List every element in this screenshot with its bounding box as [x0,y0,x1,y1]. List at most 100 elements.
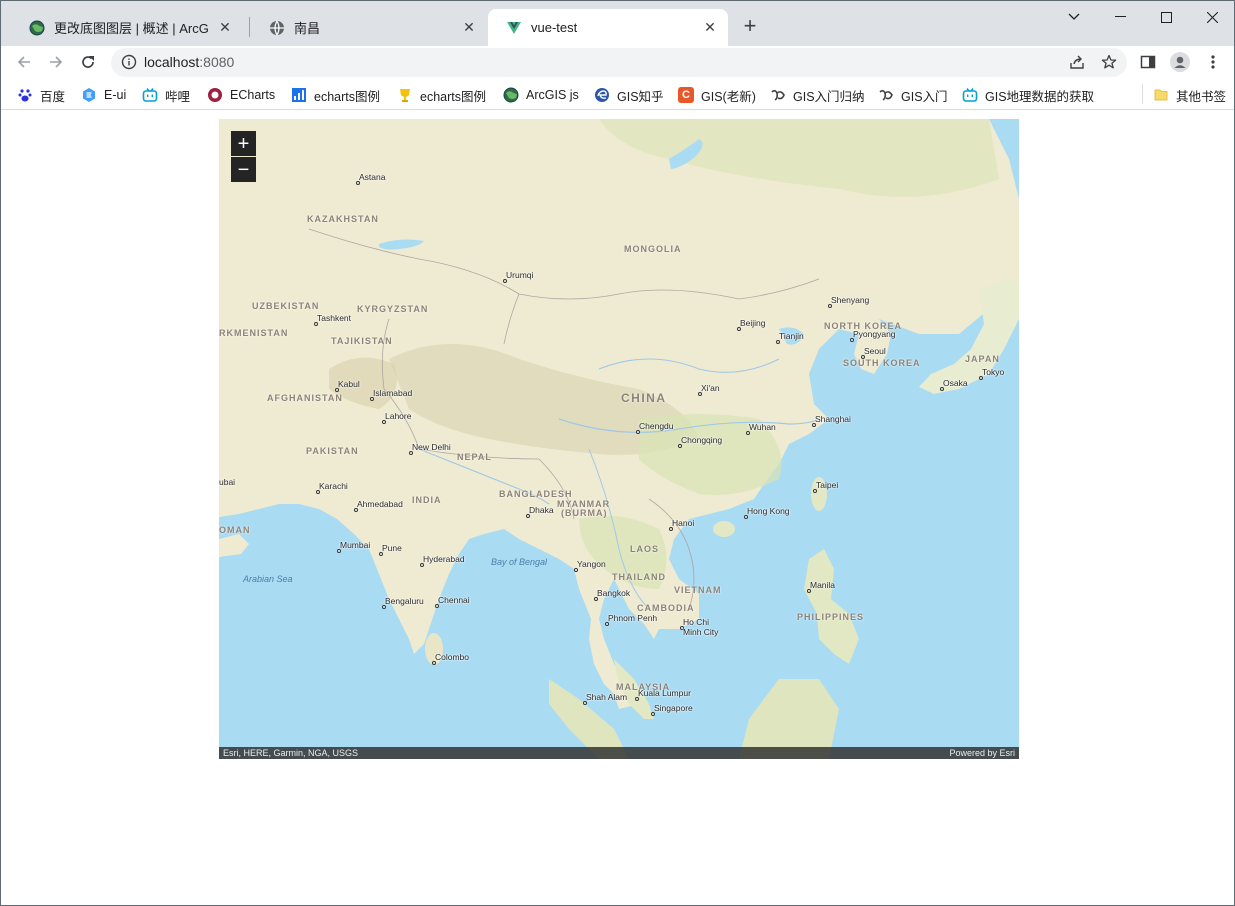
bookmark-gis-intro-summary[interactable]: GIS入门归纳 [770,85,865,105]
city-dot [583,701,587,705]
side-panel-button[interactable] [1138,52,1158,72]
close-window-button[interactable] [1189,5,1235,29]
city-label: Wuhan [749,422,776,432]
tab-vue-test[interactable]: vue-test ✕ [488,9,728,46]
trophy-icon [397,87,413,103]
maximize-button[interactable] [1143,5,1189,29]
vue-logo-icon [506,20,522,36]
land-oman [219,534,249,557]
country-label: TAJIKISTAN [331,336,393,346]
city-dot [678,444,682,448]
bookmark-echarts[interactable]: ECharts [207,85,275,105]
city-dot [979,376,983,380]
country-label: RKMENISTAN [219,328,289,338]
back-button[interactable] [12,50,36,74]
city-label: Seoul [864,346,886,356]
city-dot [379,552,383,556]
city-label: New Delhi [412,442,451,452]
tab-arcgis[interactable]: 更改底图图层 | 概述 | ArcGIS AP ✕ [11,9,243,46]
bookmark-echarts-legend-2[interactable]: echarts图例 [397,85,486,105]
zoom-in-button[interactable]: + [231,131,256,156]
bookmark-gis-zhihu[interactable]: GIS知乎 [594,85,664,105]
url-text[interactable]: localhost:8080 [144,54,234,70]
menu-button[interactable] [1203,52,1223,72]
bookmark-other-folder[interactable]: 其他书签 [1153,85,1226,105]
more-vert-icon [1211,55,1215,69]
map-view[interactable]: KAZAKHSTAN MONGOLIA UZBEKISTAN KYRGYZSTAN RK… [219,119,1019,759]
bookmark-label: E-ui [104,88,127,102]
city-label: Yangon [577,559,606,569]
minimize-icon [1114,16,1126,17]
country-label: CHINA [621,391,667,405]
new-tab-button[interactable]: + [739,15,761,38]
country-label: THAILAND [612,572,666,582]
city-label: Kuala Lumpur [638,688,691,698]
city-label: Hyderabad [423,554,465,564]
city-dot [420,563,424,567]
tab-title: vue-test [531,20,578,35]
attribution-sources[interactable]: Esri, HERE, Garmin, NGA, USGS [223,748,358,758]
minimize-button[interactable] [1097,5,1143,29]
bookmark-baidu[interactable]: 百度 [17,85,65,105]
city-label: Karachi [319,481,348,491]
water-label: Bay of Bengal [491,557,548,567]
bookmark-label: ArcGIS js [526,88,579,102]
bookmark-echarts-legend[interactable]: echarts图例 [291,85,380,105]
city-dot [737,327,741,331]
folder-icon [1153,87,1169,103]
city-dot [337,549,341,553]
tab-nanchang[interactable]: 南昌 ✕ [251,9,487,46]
city-dot [861,355,865,359]
city-dot [370,397,374,401]
close-icon[interactable]: ✕ [217,19,233,36]
tab-title: 更改底图图层 | 概述 | ArcGIS AP [54,21,209,36]
city-label: Shah Alam [586,692,628,702]
city-dot [409,451,413,455]
bookmark-e-ui[interactable]: E-ui [81,85,126,105]
bookmark-gis-intro[interactable]: GIS入门 [878,85,948,105]
close-icon [1206,11,1218,23]
bookmark-label: 其他书签 [1176,89,1227,104]
city-dot [354,508,358,512]
bilibili-icon [142,87,158,103]
avatar-icon [1170,52,1190,72]
address-bar[interactable]: localhost:8080 [111,48,1127,77]
city-label: Minh City [683,627,719,637]
bookmark-label: 百度 [40,89,66,104]
close-icon[interactable]: ✕ [702,19,718,36]
zoom-out-button[interactable]: − [231,157,256,182]
country-label: INDIA [412,495,442,505]
water-label: Arabian Sea [243,574,293,584]
bookmark-bilibili[interactable]: 哔哩 [142,85,190,105]
reload-button[interactable] [76,50,100,74]
page-content: KAZAKHSTAN MONGOLIA UZBEKISTAN KYRGYZSTAN RK… [1,111,1234,905]
close-icon[interactable]: ✕ [461,19,477,36]
bookmark-gis-laoxin[interactable]: C GIS(老新) [678,85,756,105]
globe-arcgis-icon [503,87,519,103]
city-label: Lahore [385,411,412,421]
forward-button[interactable] [44,50,68,74]
city-dot [503,279,507,283]
city-label: Ahmedabad [357,499,403,509]
attribution-powered-by[interactable]: Powered by Esri [949,747,1015,759]
country-label: UZBEKISTAN [252,301,320,311]
city-dot [651,712,655,716]
city-dot [744,515,748,519]
city-label: Chennai [438,595,470,605]
city-label: Bangkok [597,588,631,598]
profile-button[interactable] [1170,52,1190,72]
city-label: Manila [810,580,836,590]
city-label: Pune [382,543,402,553]
csdn-icon: C [678,87,694,103]
city-label: Chengdu [639,421,674,431]
share-icon[interactable] [1068,53,1086,71]
city-label: Phnom Penh [608,613,658,623]
info-icon[interactable] [121,54,137,70]
bookmark-gis-data[interactable]: GIS地理数据的获取 [962,85,1094,105]
tab-search-button[interactable] [1051,5,1097,29]
bookmark-arcgis-js[interactable]: ArcGIS js [503,85,579,105]
star-icon[interactable] [1100,53,1118,71]
chevron-down-icon [1068,13,1080,20]
chart-icon [291,87,307,103]
city-dot [435,604,439,608]
